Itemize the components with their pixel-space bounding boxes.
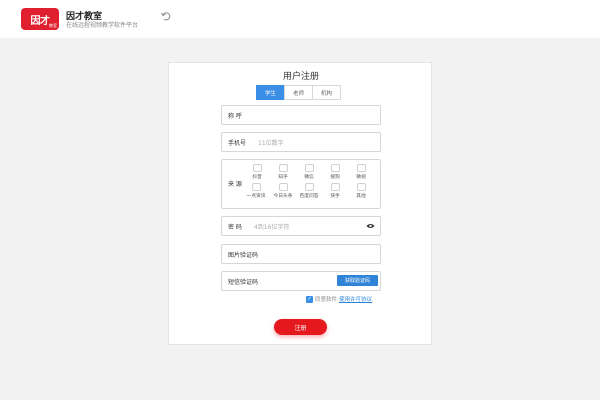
checkbox-icon bbox=[356, 164, 366, 172]
source-option-toutiao[interactable]: 今日头条 bbox=[269, 183, 297, 199]
role-tabs: 学生 老师 机构 bbox=[256, 85, 341, 100]
nickname-label: 称 呼 bbox=[228, 112, 242, 120]
image-captcha-field[interactable]: 图片验证码 bbox=[221, 244, 381, 264]
nickname-field[interactable]: 称 呼 bbox=[221, 105, 381, 125]
tab-teacher[interactable]: 老师 bbox=[284, 85, 313, 100]
password-placeholder: 4到16位字符 bbox=[253, 223, 290, 231]
tab-student[interactable]: 学生 bbox=[256, 85, 285, 100]
undo-icon[interactable] bbox=[160, 10, 172, 22]
phone-placeholder: 11位数字 bbox=[258, 139, 284, 147]
brand-logo[interactable]: 因才 教室 bbox=[21, 8, 59, 30]
password-field[interactable]: 密 码 4到16位字符 bbox=[221, 216, 381, 236]
tab-organization[interactable]: 机构 bbox=[312, 85, 341, 100]
phone-label: 手机号 bbox=[228, 139, 247, 147]
source-option-baidu[interactable]: 百度问答 bbox=[295, 183, 323, 199]
eye-icon[interactable] bbox=[366, 223, 375, 229]
top-header: 因才 教室 因才教室 在线远程视频教学软件平台 bbox=[0, 0, 600, 38]
phone-field[interactable]: 手机号 11位数字 bbox=[221, 132, 381, 152]
checkbox-icon bbox=[251, 183, 261, 191]
checkbox-icon bbox=[278, 164, 288, 172]
checkbox-icon bbox=[304, 164, 314, 172]
source-option-kuaishou[interactable]: 快手 bbox=[324, 183, 346, 199]
checkbox-icon bbox=[304, 183, 314, 191]
source-field: 来 源 抖音 知乎 微信 搜狗 微视 一点资讯 今日头条 百度问答 快手 其他 bbox=[221, 159, 381, 209]
logo-subtext: 教室 bbox=[49, 23, 57, 28]
agree-checkbox[interactable]: ✓ bbox=[306, 295, 313, 303]
register-button[interactable]: 注册 bbox=[274, 319, 327, 335]
checkbox-icon bbox=[278, 183, 288, 191]
source-label: 来 源 bbox=[228, 181, 242, 188]
source-option-zhihu[interactable]: 知乎 bbox=[272, 164, 294, 180]
image-captcha-label: 图片验证码 bbox=[228, 251, 259, 259]
get-code-button[interactable]: 获取验证码 bbox=[337, 275, 378, 286]
license-agreement-link[interactable]: 使用许可协议 bbox=[339, 295, 372, 303]
brand-subtitle: 在线远程视频教学软件平台 bbox=[66, 22, 139, 29]
sms-code-label: 短信验证码 bbox=[228, 278, 259, 286]
source-option-other[interactable]: 其他 bbox=[350, 183, 372, 199]
checkbox-icon bbox=[330, 183, 340, 191]
source-option-yidian[interactable]: 一点资讯 bbox=[242, 183, 270, 199]
checkbox-icon bbox=[330, 164, 340, 172]
checkbox-icon bbox=[356, 183, 366, 191]
source-option-weishi[interactable]: 微视 bbox=[350, 164, 372, 180]
password-label: 密 码 bbox=[228, 223, 242, 231]
form-title: 用户注册 bbox=[282, 72, 319, 82]
source-option-sogou[interactable]: 搜狗 bbox=[324, 164, 346, 180]
source-option-douyin[interactable]: 抖音 bbox=[246, 164, 268, 180]
agreement-row: ✓ 同意软件 使用许可协议 bbox=[306, 295, 372, 303]
register-card: 用户注册 学生 老师 机构 称 呼 手机号 11位数字 来 源 抖音 知乎 微信… bbox=[168, 62, 432, 345]
logo-text: 因才 bbox=[30, 15, 51, 27]
agree-text: 同意软件 bbox=[315, 297, 338, 303]
sms-code-field[interactable]: 短信验证码 获取验证码 bbox=[221, 271, 381, 291]
checkbox-icon bbox=[252, 164, 262, 172]
source-option-wechat[interactable]: 微信 bbox=[298, 164, 320, 180]
